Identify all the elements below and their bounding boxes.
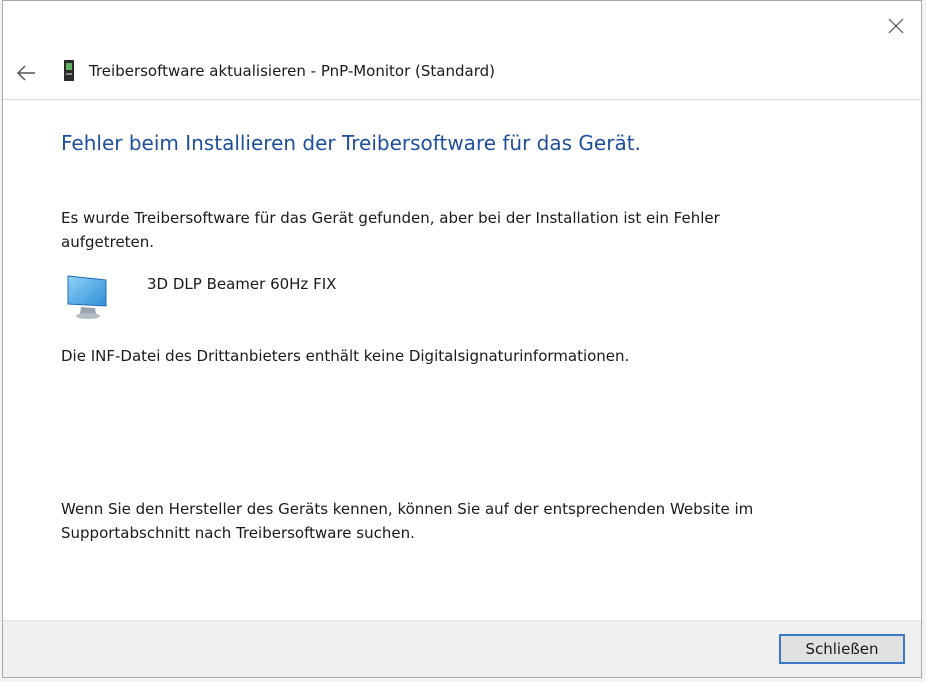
device-name: 3D DLP Beamer 60Hz FIX bbox=[147, 275, 337, 293]
back-button[interactable] bbox=[11, 58, 41, 88]
close-icon bbox=[888, 18, 904, 34]
dialog-header: Treibersoftware aktualisieren - PnP-Moni… bbox=[3, 53, 921, 100]
driver-update-dialog: Treibersoftware aktualisieren - PnP-Moni… bbox=[2, 0, 922, 678]
error-heading: Fehler beim Installieren der Treibersoft… bbox=[61, 131, 641, 155]
dialog-title: Treibersoftware aktualisieren - PnP-Moni… bbox=[89, 62, 495, 80]
dialog-footer: Schließen bbox=[3, 620, 921, 677]
device-icon bbox=[64, 60, 74, 81]
window-close-button[interactable] bbox=[881, 11, 911, 41]
error-message: Es wurde Treibersoftware für das Gerät g… bbox=[61, 209, 720, 251]
back-arrow-icon bbox=[16, 65, 35, 81]
monitor-icon bbox=[67, 275, 107, 319]
error-detail: Die INF-Datei des Drittanbieters enthält… bbox=[61, 347, 630, 365]
close-button[interactable]: Schließen bbox=[779, 634, 905, 664]
manufacturer-hint: Wenn Sie den Hersteller des Geräts kenne… bbox=[61, 500, 754, 542]
